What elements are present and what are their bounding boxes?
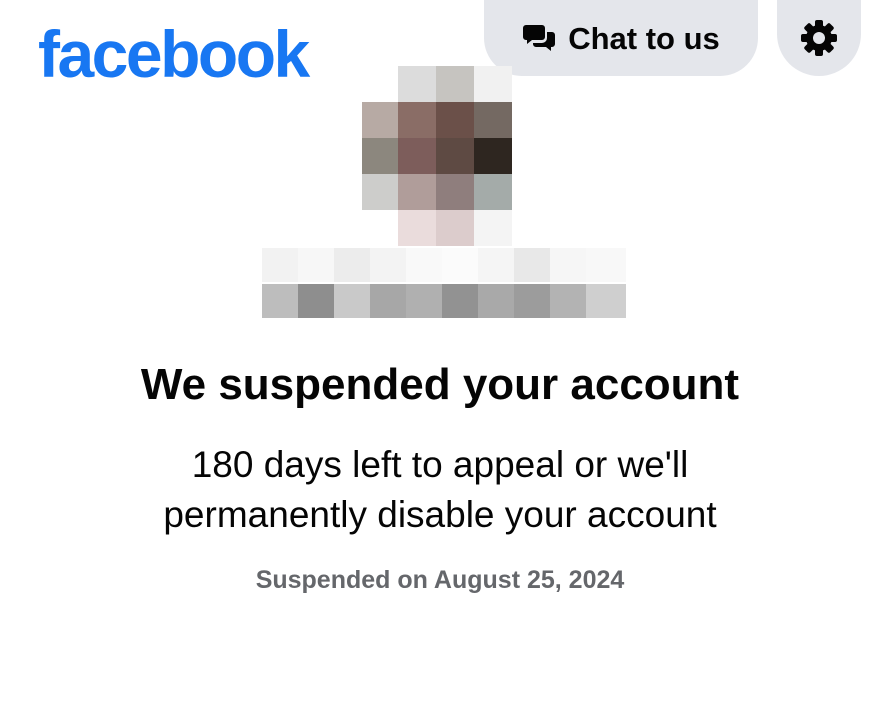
chat-bubbles-icon [522, 23, 556, 53]
appeal-deadline-text: 180 days left to appeal or we'll permane… [0, 440, 880, 540]
profile-name-redacted [262, 246, 628, 320]
facebook-logo: facebook [38, 17, 310, 91]
chat-to-us-label: Chat to us [568, 20, 720, 56]
appeal-deadline-line-2: permanently disable your account [163, 494, 717, 535]
suspension-headline: We suspended your account [140, 360, 740, 409]
suspension-date: Suspended on August 25, 2024 [255, 566, 625, 594]
chat-to-us-button[interactable]: Chat to us [484, 0, 758, 76]
appeal-deadline-line-1: 180 days left to appeal or we'll [191, 444, 689, 485]
settings-button[interactable] [777, 0, 861, 76]
profile-avatar [362, 66, 518, 246]
gear-icon [799, 18, 839, 58]
